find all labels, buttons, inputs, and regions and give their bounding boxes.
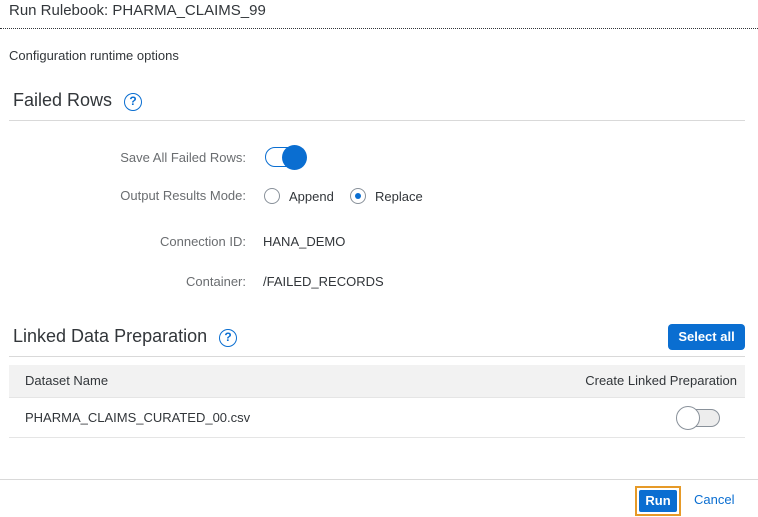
connection-id-label: Connection ID: bbox=[160, 234, 246, 249]
append-radio-label[interactable]: Append bbox=[289, 189, 334, 204]
column-header-dataset-name[interactable]: Dataset Name bbox=[25, 373, 108, 388]
table-row: PHARMA_CLAIMS_CURATED_00.csv bbox=[9, 398, 745, 438]
section-divider bbox=[9, 356, 745, 357]
dialog-subtitle: Configuration runtime options bbox=[9, 48, 179, 63]
run-button[interactable]: Run bbox=[635, 486, 681, 516]
replace-radio[interactable] bbox=[350, 188, 366, 204]
column-header-create-linked[interactable]: Create Linked Preparation bbox=[585, 373, 737, 388]
table-header: Dataset Name Create Linked Preparation bbox=[9, 365, 745, 398]
container-value: /FAILED_RECORDS bbox=[263, 274, 384, 289]
dialog-title: Run Rulebook: PHARMA_CLAIMS_99 bbox=[9, 2, 266, 19]
dialog-header: Run Rulebook: PHARMA_CLAIMS_99 bbox=[0, 0, 758, 29]
help-icon[interactable]: ? bbox=[124, 93, 142, 111]
save-failed-rows-label: Save All Failed Rows: bbox=[120, 150, 246, 165]
create-linked-prep-switch[interactable] bbox=[676, 406, 720, 430]
container-label: Container: bbox=[186, 274, 246, 289]
dataset-name-cell: PHARMA_CLAIMS_CURATED_00.csv bbox=[25, 410, 251, 425]
help-icon[interactable]: ? bbox=[219, 329, 237, 347]
select-all-button[interactable]: Select all bbox=[668, 324, 745, 350]
switch-knob bbox=[676, 406, 700, 430]
switch-knob bbox=[282, 145, 307, 170]
output-mode-label: Output Results Mode: bbox=[120, 188, 246, 203]
linked-prep-heading: Linked Data Preparation bbox=[13, 326, 208, 346]
failed-rows-heading: Failed Rows bbox=[13, 90, 113, 110]
replace-radio-label[interactable]: Replace bbox=[375, 189, 423, 204]
section-divider bbox=[9, 120, 745, 121]
cancel-button[interactable]: Cancel bbox=[694, 492, 734, 507]
connection-id-value: HANA_DEMO bbox=[263, 234, 346, 249]
run-button-label: Run bbox=[639, 490, 677, 512]
append-radio[interactable] bbox=[264, 188, 280, 204]
save-failed-rows-switch[interactable] bbox=[265, 145, 307, 170]
